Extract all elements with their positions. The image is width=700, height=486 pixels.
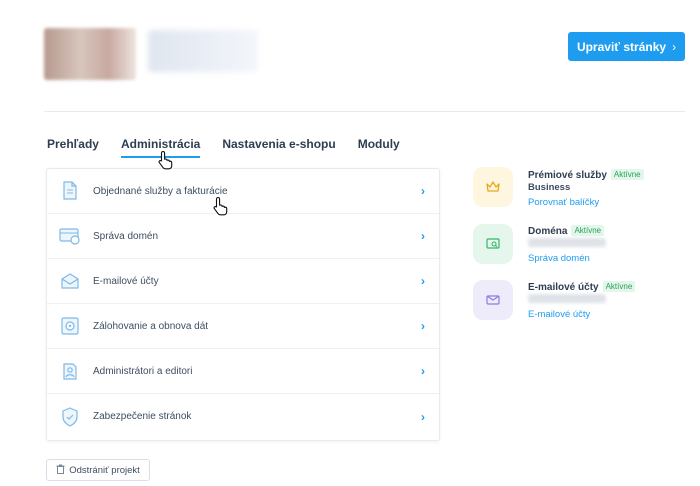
- status-badge: Aktívne: [610, 169, 644, 180]
- menu-item-label: Zálohovanie a obnova dát: [93, 320, 209, 332]
- domain-name-blurred: [528, 238, 606, 247]
- edit-pages-button[interactable]: Upraviť stránky ›: [568, 32, 685, 61]
- hand-cursor-icon: [212, 196, 230, 216]
- tab-eshop-settings[interactable]: Nastavenia e-shopu: [222, 136, 335, 158]
- menu-item-label: Objednané služby a fakturácie: [93, 185, 228, 197]
- domain-search-icon: [473, 224, 513, 264]
- edit-pages-label: Upraviť stránky: [576, 39, 667, 54]
- safe-icon: [59, 315, 81, 337]
- document-icon: [59, 180, 81, 202]
- menu-item-email-accounts[interactable]: E-mailové účty ›: [47, 259, 439, 304]
- project-name-blurred: [148, 30, 258, 72]
- menu-item-ordered-services[interactable]: Objednané služby a fakturácie ›: [47, 169, 439, 214]
- chevron-right-icon: ›: [421, 409, 425, 424]
- project-tabs: Prehľady Administrácia Nastavenia e-shop…: [47, 136, 422, 158]
- status-badge: Aktívne: [571, 225, 605, 236]
- menu-item-backup-restore[interactable]: Zálohovanie a obnova dát ›: [47, 304, 439, 349]
- service-title: E-mailové účty Aktívne: [528, 281, 636, 293]
- menu-item-label: E-mailové účty: [93, 275, 159, 287]
- chevron-right-icon: ›: [421, 364, 425, 378]
- hand-cursor-icon: [157, 150, 175, 170]
- domain-management-link[interactable]: Správa domén: [528, 253, 590, 264]
- chevron-right-icon: ›: [421, 184, 425, 198]
- remove-project-button[interactable]: Odstrániť projekt: [46, 459, 150, 481]
- envelope-icon: [473, 280, 513, 320]
- chevron-right-icon: ›: [672, 39, 677, 54]
- shield-icon: [59, 406, 81, 428]
- tab-overview[interactable]: Prehľady: [47, 136, 99, 158]
- crown-icon: [473, 167, 513, 207]
- remove-project-label: Odstrániť projekt: [69, 464, 140, 476]
- email-address-blurred: [528, 294, 606, 303]
- header-divider: [44, 111, 685, 112]
- service-title: Prémiové služby Aktívne: [528, 169, 644, 181]
- service-title: Doména Aktívne: [528, 225, 605, 237]
- admin-users-icon: [59, 360, 81, 382]
- chevron-right-icon: ›: [421, 229, 425, 243]
- service-plan: Business: [528, 182, 571, 193]
- compare-packages-link[interactable]: Porovnať balíčky: [528, 197, 599, 208]
- project-thumbnail: [44, 28, 136, 80]
- tab-modules[interactable]: Moduly: [358, 136, 400, 158]
- mail-icon: [59, 270, 81, 292]
- domain-card-icon: [59, 225, 81, 247]
- menu-item-domain-management[interactable]: Správa domén ›: [47, 214, 439, 259]
- chevron-right-icon: ›: [421, 319, 425, 333]
- menu-item-admins-editors[interactable]: Administrátori a editori ›: [47, 349, 439, 394]
- trash-icon: [56, 464, 65, 477]
- menu-item-label: Správa domén: [93, 230, 159, 242]
- administration-menu: Objednané služby a fakturácie › Správa d…: [46, 168, 440, 441]
- email-accounts-link[interactable]: E-mailové účty: [528, 309, 590, 320]
- status-badge: Aktívne: [602, 281, 636, 292]
- menu-item-label: Zabezpečenie stránok: [93, 411, 192, 422]
- menu-item-site-security[interactable]: Zabezpečenie stránok ›: [47, 394, 439, 439]
- menu-item-label: Administrátori a editori: [93, 365, 193, 377]
- chevron-right-icon: ›: [421, 274, 425, 288]
